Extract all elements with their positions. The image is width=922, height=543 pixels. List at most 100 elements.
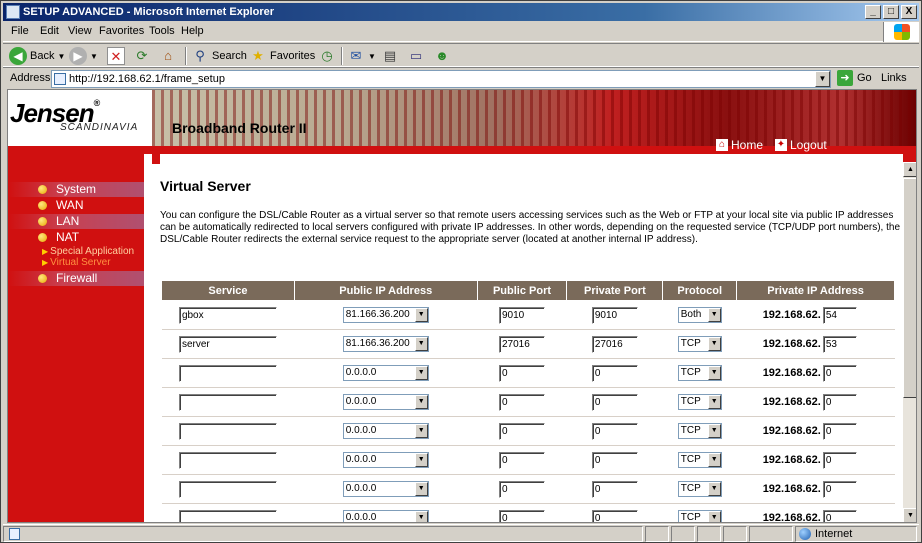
sidebar-item-lan[interactable]: LAN [8, 214, 144, 229]
sidebar-item-label: WAN [56, 198, 84, 212]
protocol-select[interactable]: TCP ▼ [677, 365, 722, 381]
public-port-input[interactable]: 9010 [499, 306, 545, 324]
protocol-select[interactable]: TCP ▼ [677, 336, 722, 352]
service-input[interactable] [178, 393, 277, 411]
service-input[interactable]: gbox [178, 306, 277, 324]
chevron-down-icon: ▼ [57, 51, 66, 61]
scroll-down-button[interactable]: ▼ [903, 508, 916, 522]
private-ip-input[interactable]: 53 [822, 335, 857, 353]
page-content: Jensen® SCANDINAVIA Broadband Router II … [7, 89, 917, 523]
search-button[interactable]: ⚲ Search [191, 46, 247, 66]
private-ip-input[interactable]: 54 [822, 306, 857, 324]
public-port-input[interactable]: 0 [499, 509, 545, 522]
protocol-select[interactable]: Both ▼ [677, 307, 722, 323]
vertical-scrollbar[interactable]: ▲ ▼ [902, 154, 916, 522]
public-ip-select[interactable]: 0.0.0.0 ▼ [342, 394, 429, 410]
virtual-server-table: Service Public IP Address Public Port Pr… [161, 280, 895, 522]
menu-file[interactable]: File [11, 25, 29, 37]
service-input[interactable] [178, 480, 277, 498]
menu-edit[interactable]: Edit [40, 25, 59, 37]
menu-favorites[interactable]: Favorites [99, 25, 144, 37]
private-port-input[interactable]: 0 [591, 364, 638, 382]
private-ip-input[interactable]: 0 [822, 393, 857, 411]
refresh-button[interactable]: ⟳ [133, 46, 151, 66]
sidebar-item-system[interactable]: System [8, 182, 144, 197]
service-input[interactable] [178, 509, 277, 522]
mail-button[interactable]: ✉ ▼ [347, 46, 376, 66]
sidebar-item-wan[interactable]: WAN [8, 198, 144, 213]
home-button[interactable]: ⌂ [159, 46, 177, 66]
sidebar-subitem-virtual-server[interactable]: ▶ Virtual Server [42, 257, 111, 268]
private-port-input[interactable]: 0 [591, 509, 638, 522]
protocol-select[interactable]: TCP ▼ [677, 423, 722, 439]
private-port-input[interactable]: 0 [591, 393, 638, 411]
chevron-down-icon: ▼ [414, 337, 428, 351]
private-port-input[interactable]: 0 [591, 451, 638, 469]
history-button[interactable]: ◷ [318, 46, 336, 66]
private-ip-input[interactable]: 0 [822, 364, 857, 382]
edit-button[interactable]: ▭ [407, 46, 425, 66]
private-port-input[interactable]: 9010 [591, 306, 638, 324]
protocol-select[interactable]: TCP ▼ [677, 452, 722, 468]
minimize-button[interactable]: _ [865, 5, 881, 19]
public-port-input[interactable]: 0 [499, 480, 545, 498]
column-header-public-ip: Public IP Address [293, 280, 478, 301]
service-input[interactable] [178, 451, 277, 469]
print-button[interactable]: ▤ [381, 46, 399, 66]
table-row: 0.0.0.0 ▼ 0 0 TCP ▼ 192.168.62. 0 [161, 387, 895, 417]
favorites-button[interactable]: ★ Favorites [249, 46, 315, 66]
address-dropdown-button[interactable]: ▼ [815, 71, 830, 87]
address-url: http://192.168.62.1/frame_setup [69, 73, 225, 85]
private-port-input[interactable]: 27016 [591, 335, 638, 353]
protocol-select[interactable]: TCP ▼ [677, 481, 722, 497]
stop-button[interactable]: ✕ [107, 46, 125, 66]
public-port-input[interactable]: 0 [499, 393, 545, 411]
forward-button[interactable]: ▶ ▼ [69, 46, 98, 66]
public-port-input[interactable]: 0 [499, 451, 545, 469]
public-ip-select[interactable]: 0.0.0.0 ▼ [342, 510, 429, 522]
scroll-up-button[interactable]: ▲ [903, 162, 916, 177]
private-ip-input[interactable]: 0 [822, 509, 857, 522]
service-input[interactable] [178, 422, 277, 440]
public-port-input[interactable]: 0 [499, 364, 545, 382]
links-button[interactable]: Links [881, 72, 907, 84]
service-input[interactable]: server [178, 335, 277, 353]
menu-view[interactable]: View [68, 25, 92, 37]
menu-tools[interactable]: Tools [149, 25, 175, 37]
public-ip-select[interactable]: 0.0.0.0 ▼ [342, 481, 429, 497]
public-ip-select[interactable]: 81.166.36.200 ▼ [342, 336, 429, 352]
close-button[interactable]: X [901, 5, 917, 19]
address-input[interactable]: http://192.168.62.1/frame_setup ▼ [51, 70, 831, 88]
window-title: SETUP ADVANCED - Microsoft Internet Expl… [23, 6, 274, 18]
home-link[interactable]: ⌂ Home [716, 138, 763, 152]
public-ip-select[interactable]: 0.0.0.0 ▼ [342, 452, 429, 468]
private-port-input[interactable]: 0 [591, 422, 638, 440]
public-ip-select[interactable]: 0.0.0.0 ▼ [342, 423, 429, 439]
public-port-input[interactable]: 27016 [499, 335, 545, 353]
sidebar-item-firewall[interactable]: Firewall [8, 271, 144, 286]
public-ip-select[interactable]: 0.0.0.0 ▼ [342, 365, 429, 381]
menu-help[interactable]: Help [181, 25, 204, 37]
private-port-input[interactable]: 0 [591, 480, 638, 498]
logout-link[interactable]: ✦ Logout [775, 138, 827, 152]
back-button[interactable]: ◀ Back ▼ [9, 46, 65, 66]
sidebar-subitem-special-application[interactable]: ▶ Special Application [42, 246, 134, 257]
protocol-select[interactable]: TCP ▼ [677, 510, 722, 522]
toolbar: ◀ Back ▼ ▶ ▼ ✕ ⟳ ⌂ ⚲ Search ★ Favorites … [3, 43, 919, 67]
public-ip-select[interactable]: 81.166.36.200 ▼ [342, 307, 429, 323]
title-bar: SETUP ADVANCED - Microsoft Internet Expl… [3, 3, 919, 21]
scroll-thumb[interactable] [903, 178, 916, 398]
messenger-button[interactable]: ☻ [433, 46, 451, 66]
go-button[interactable]: ➜ Go [837, 70, 872, 86]
bullet-icon [38, 274, 47, 283]
private-ip-input[interactable]: 0 [822, 422, 857, 440]
chevron-down-icon: ▼ [707, 308, 721, 322]
protocol-select[interactable]: TCP ▼ [677, 394, 722, 410]
public-port-input[interactable]: 0 [499, 422, 545, 440]
private-ip-input[interactable]: 0 [822, 480, 857, 498]
sidebar-item-nat[interactable]: NAT [8, 230, 144, 245]
private-ip-input[interactable]: 0 [822, 451, 857, 469]
maximize-button[interactable]: □ [883, 5, 899, 19]
bullet-icon [38, 185, 47, 194]
service-input[interactable] [178, 364, 277, 382]
